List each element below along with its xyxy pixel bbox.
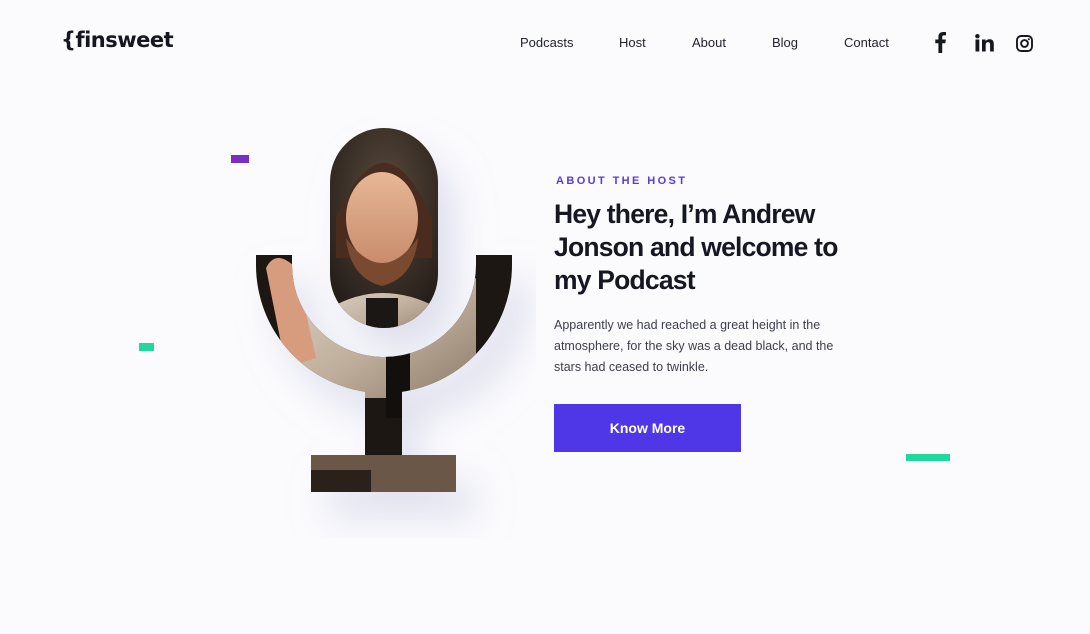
main-nav: Podcasts Host About Blog Contact [0,35,1090,55]
section-eyebrow: ABOUT THE HOST [556,175,688,187]
nav-item-about[interactable]: About [692,35,726,50]
nav-item-blog[interactable]: Blog [772,35,798,50]
hero-headline: Hey there, I’m Andrew Jonson and welcome… [554,199,838,295]
site-header: {finsweet Podcasts Host About Blog Conta… [0,0,1090,86]
nav-item-podcasts[interactable]: Podcasts [520,35,573,50]
instagram-icon[interactable] [1016,35,1033,52]
nav-item-contact[interactable]: Contact [844,35,889,50]
facebook-icon[interactable] [933,31,947,53]
decorative-green-bar [906,454,950,461]
host-photo-microphone [255,128,513,492]
linkedin-icon[interactable] [975,34,994,52]
decorative-green-bar [139,343,154,351]
hero-description: Apparently we had reached a great height… [554,318,834,374]
nav-item-host[interactable]: Host [619,35,646,50]
know-more-button[interactable]: Know More [554,404,741,452]
